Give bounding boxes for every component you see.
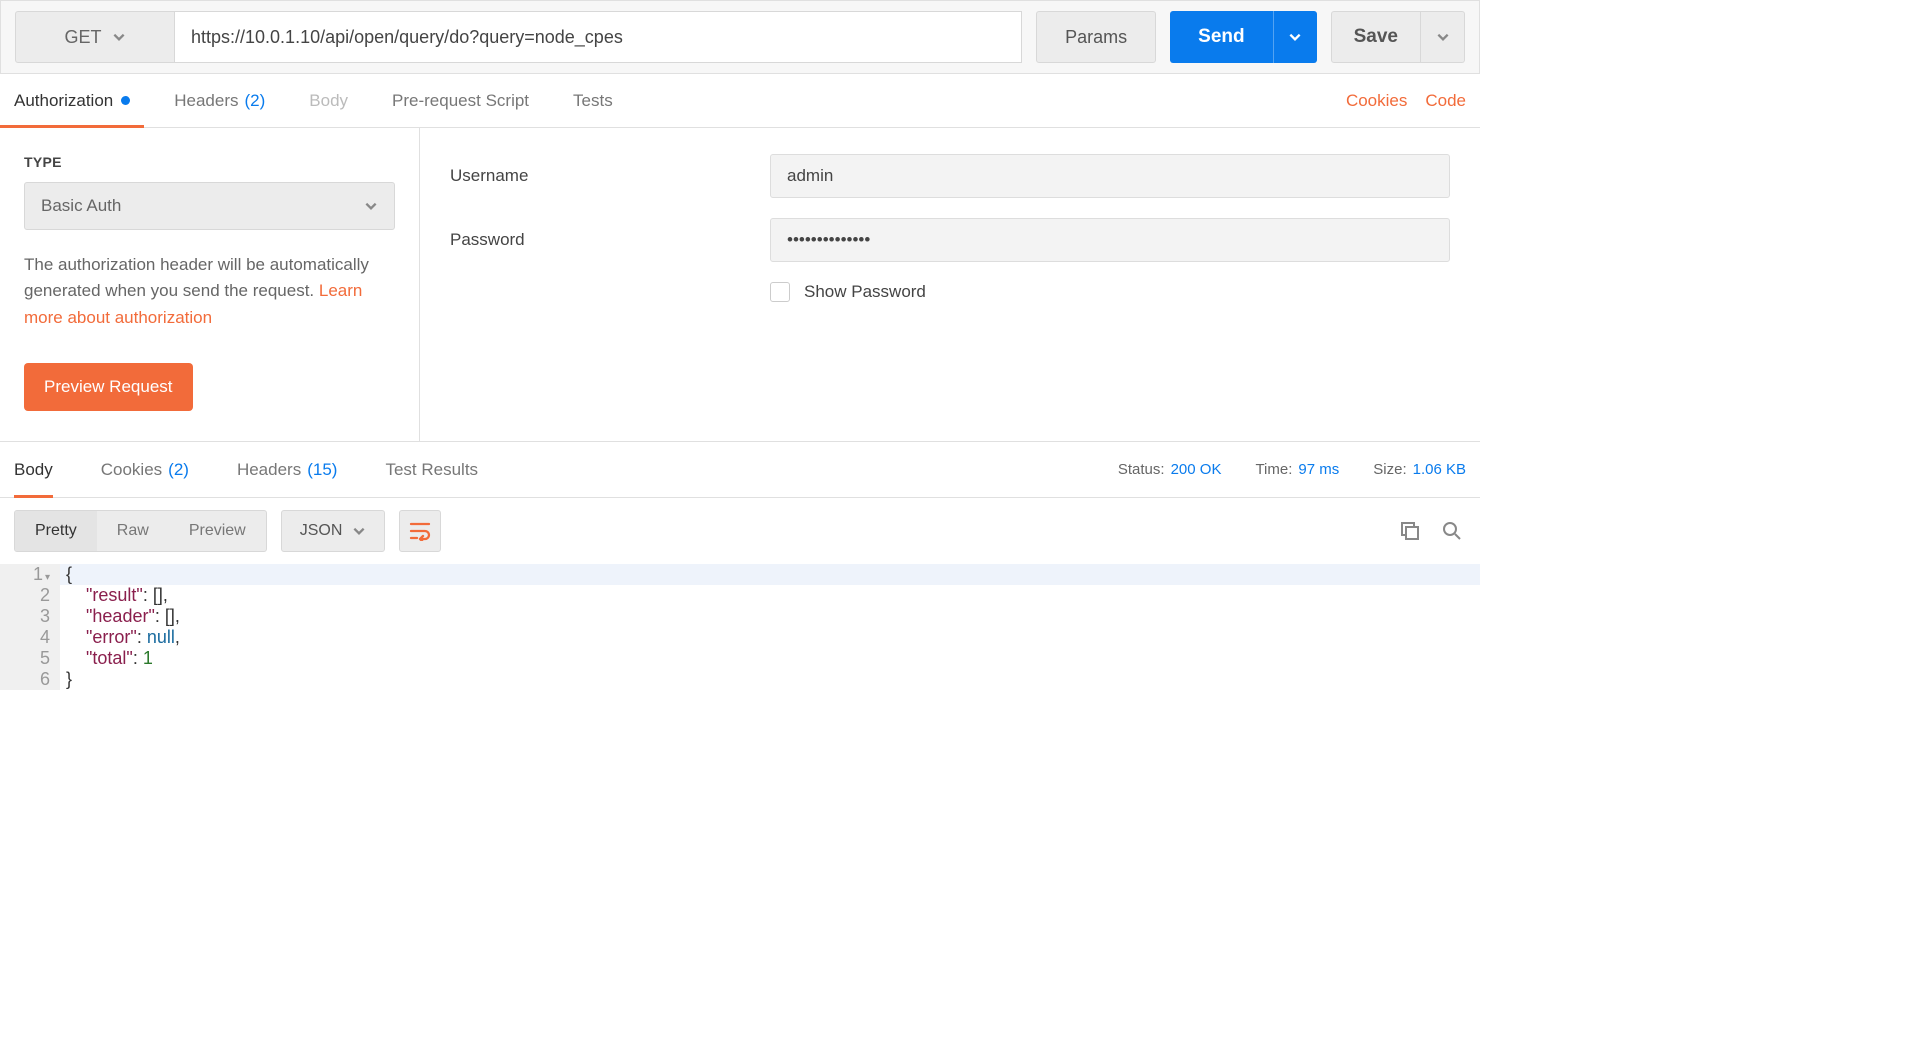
chevron-down-icon [1436, 30, 1450, 44]
response-tab-test-results[interactable]: Test Results [385, 442, 478, 497]
tab-prerequest-script[interactable]: Pre-request Script [392, 74, 529, 127]
response-body-toolbar: Pretty Raw Preview JSON [0, 498, 1480, 564]
search-icon [1441, 520, 1463, 542]
auth-type-value: Basic Auth [41, 196, 121, 216]
response-meta: Status: 200 OK Time: 97 ms Size: 1.06 KB [1118, 461, 1466, 478]
tab-headers-label: Headers [174, 91, 238, 111]
code-token: : [], [143, 585, 168, 605]
line-number: 4 [0, 627, 60, 648]
code-token: : [137, 627, 147, 647]
response-tab-headers-count: (15) [307, 460, 337, 480]
auth-help-text: The authorization header will be automat… [24, 252, 395, 331]
size-label: Size: [1373, 461, 1406, 478]
username-label: Username [450, 166, 770, 186]
auth-help-pre: The authorization header will be automat… [24, 255, 369, 300]
view-preview-button[interactable]: Preview [169, 511, 266, 551]
line-number: 1 [0, 564, 60, 585]
response-tabs: Body Cookies (2) Headers (15) Test Resul… [0, 442, 1480, 498]
request-bar: GET Params Send Save [0, 0, 1480, 74]
response-tab-cookies-count: (2) [168, 460, 189, 480]
params-button[interactable]: Params [1036, 11, 1156, 63]
response-tab-body[interactable]: Body [14, 442, 53, 497]
view-mode-segment: Pretty Raw Preview [14, 510, 267, 552]
chevron-down-icon [112, 30, 126, 44]
auth-type-label: TYPE [24, 154, 395, 170]
status-label: Status: [1118, 461, 1165, 478]
tab-tests[interactable]: Tests [573, 74, 613, 127]
response-tab-cookies[interactable]: Cookies (2) [101, 442, 189, 497]
code-token: null [147, 627, 175, 647]
size-value: 1.06 KB [1413, 461, 1466, 478]
save-dropdown-button[interactable] [1421, 11, 1465, 63]
request-tabs: Authorization Headers (2) Body Pre-reque… [0, 74, 1480, 128]
response-body-code[interactable]: 1{ 2 "result": [], 3 "header": [], 4 "er… [0, 564, 1480, 690]
code-token: : [133, 648, 143, 668]
line-number: 6 [0, 669, 60, 690]
view-pretty-button[interactable]: Pretty [15, 511, 97, 551]
view-raw-button[interactable]: Raw [97, 511, 169, 551]
send-button[interactable]: Send [1170, 11, 1272, 63]
show-password-checkbox[interactable] [770, 282, 790, 302]
code-token: "total" [86, 648, 133, 668]
code-token: , [175, 627, 180, 647]
line-number: 2 [0, 585, 60, 606]
http-method-value: GET [64, 27, 101, 48]
search-response-button[interactable] [1438, 517, 1466, 545]
response-tab-cookies-label: Cookies [101, 460, 162, 480]
authorization-panel: TYPE Basic Auth The authorization header… [0, 128, 1480, 442]
format-value: JSON [300, 522, 343, 540]
chevron-down-icon [364, 199, 378, 213]
code-token: { [66, 564, 72, 584]
code-link[interactable]: Code [1425, 91, 1466, 111]
code-token: } [66, 669, 72, 689]
save-button[interactable]: Save [1331, 11, 1421, 63]
wrap-lines-button[interactable] [399, 510, 441, 552]
code-token: "result" [86, 585, 143, 605]
chevron-down-icon [352, 524, 366, 538]
tab-authorization-label: Authorization [14, 91, 113, 111]
auth-credentials-form: Username Password Show Password [420, 128, 1480, 441]
code-token: : [], [155, 606, 180, 626]
tab-headers[interactable]: Headers (2) [174, 74, 265, 127]
code-token: "error" [86, 627, 137, 647]
password-input[interactable] [770, 218, 1450, 262]
line-number: 5 [0, 648, 60, 669]
modified-dot-icon [121, 96, 130, 105]
code-token: 1 [143, 648, 153, 668]
show-password-label: Show Password [804, 282, 926, 302]
request-url-input[interactable] [175, 11, 1022, 63]
response-tab-headers[interactable]: Headers (15) [237, 442, 338, 497]
status-value: 200 OK [1171, 461, 1222, 478]
tab-headers-count: (2) [245, 91, 266, 111]
format-dropdown[interactable]: JSON [281, 510, 386, 552]
tab-body[interactable]: Body [309, 74, 348, 127]
response-tab-headers-label: Headers [237, 460, 301, 480]
password-label: Password [450, 230, 770, 250]
wrap-lines-icon [409, 521, 431, 541]
chevron-down-icon [1288, 30, 1302, 44]
copy-icon [1399, 520, 1421, 542]
username-input[interactable] [770, 154, 1450, 198]
http-method-dropdown[interactable]: GET [15, 11, 175, 63]
time-value: 97 ms [1298, 461, 1339, 478]
time-label: Time: [1255, 461, 1292, 478]
tab-authorization[interactable]: Authorization [14, 74, 130, 127]
cookies-link[interactable]: Cookies [1346, 91, 1407, 111]
copy-response-button[interactable] [1396, 517, 1424, 545]
code-token: "header" [86, 606, 155, 626]
line-number: 3 [0, 606, 60, 627]
send-dropdown-button[interactable] [1273, 11, 1317, 63]
auth-type-sidebar: TYPE Basic Auth The authorization header… [0, 128, 420, 441]
preview-request-button[interactable]: Preview Request [24, 363, 193, 411]
auth-type-dropdown[interactable]: Basic Auth [24, 182, 395, 230]
